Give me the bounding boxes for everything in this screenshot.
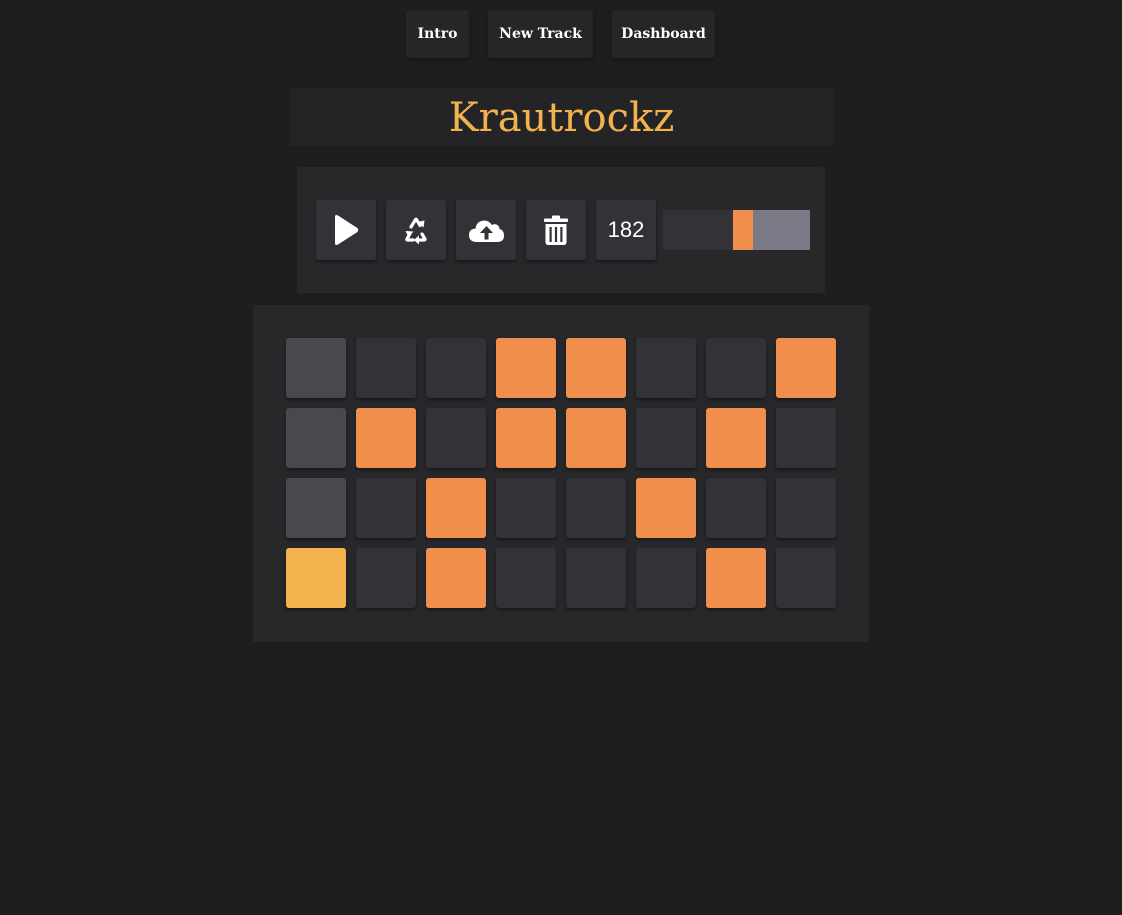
volume-slider-remaining: [753, 210, 810, 250]
track-title: Krautrockz: [448, 95, 675, 141]
volume-slider[interactable]: [663, 210, 810, 250]
step-cell[interactable]: [566, 408, 626, 468]
track-title-bar: Krautrockz: [290, 88, 833, 146]
play-icon: [335, 215, 359, 245]
cloud-upload-icon: [469, 220, 504, 242]
clear-pattern-button[interactable]: [386, 200, 446, 260]
step-cell[interactable]: [706, 478, 766, 538]
play-button[interactable]: [316, 200, 376, 260]
step-cell[interactable]: [426, 478, 486, 538]
trash-icon: [544, 215, 568, 245]
step-cell[interactable]: [496, 338, 556, 398]
step-cell[interactable]: [496, 478, 556, 538]
step-cell[interactable]: [496, 408, 556, 468]
delete-track-button[interactable]: [526, 200, 586, 260]
step-cell[interactable]: [706, 338, 766, 398]
tempo-display[interactable]: 182: [596, 200, 656, 260]
step-cell[interactable]: [636, 338, 696, 398]
step-cell[interactable]: [636, 548, 696, 608]
step-cell[interactable]: [356, 548, 416, 608]
recycle-icon: [405, 217, 427, 245]
step-cell[interactable]: [356, 478, 416, 538]
step-cell[interactable]: [356, 338, 416, 398]
step-cell[interactable]: [286, 408, 346, 468]
nav-dashboard-button[interactable]: Dashboard: [612, 10, 715, 58]
top-nav: Intro New Track Dashboard: [0, 10, 1122, 58]
step-cell[interactable]: [776, 338, 836, 398]
step-cell[interactable]: [356, 408, 416, 468]
step-cell[interactable]: [566, 338, 626, 398]
step-cell[interactable]: [286, 478, 346, 538]
step-cell[interactable]: [426, 408, 486, 468]
nav-intro-button[interactable]: Intro: [406, 10, 469, 58]
step-cell[interactable]: [776, 478, 836, 538]
volume-slider-thumb[interactable]: [733, 210, 753, 250]
nav-new-track-button[interactable]: New Track: [488, 10, 593, 58]
save-cloud-button[interactable]: [456, 200, 516, 260]
step-cell[interactable]: [496, 548, 556, 608]
step-cell[interactable]: [636, 478, 696, 538]
step-cell[interactable]: [426, 338, 486, 398]
step-cell[interactable]: [286, 548, 346, 608]
step-sequencer-grid: [253, 305, 869, 642]
step-cell[interactable]: [566, 478, 626, 538]
step-cell[interactable]: [286, 338, 346, 398]
step-cell[interactable]: [636, 408, 696, 468]
step-cell[interactable]: [706, 548, 766, 608]
transport-controls: 182: [297, 167, 825, 293]
step-cell[interactable]: [426, 548, 486, 608]
step-cell[interactable]: [776, 408, 836, 468]
step-cell[interactable]: [776, 548, 836, 608]
step-cell[interactable]: [706, 408, 766, 468]
step-cell[interactable]: [566, 548, 626, 608]
